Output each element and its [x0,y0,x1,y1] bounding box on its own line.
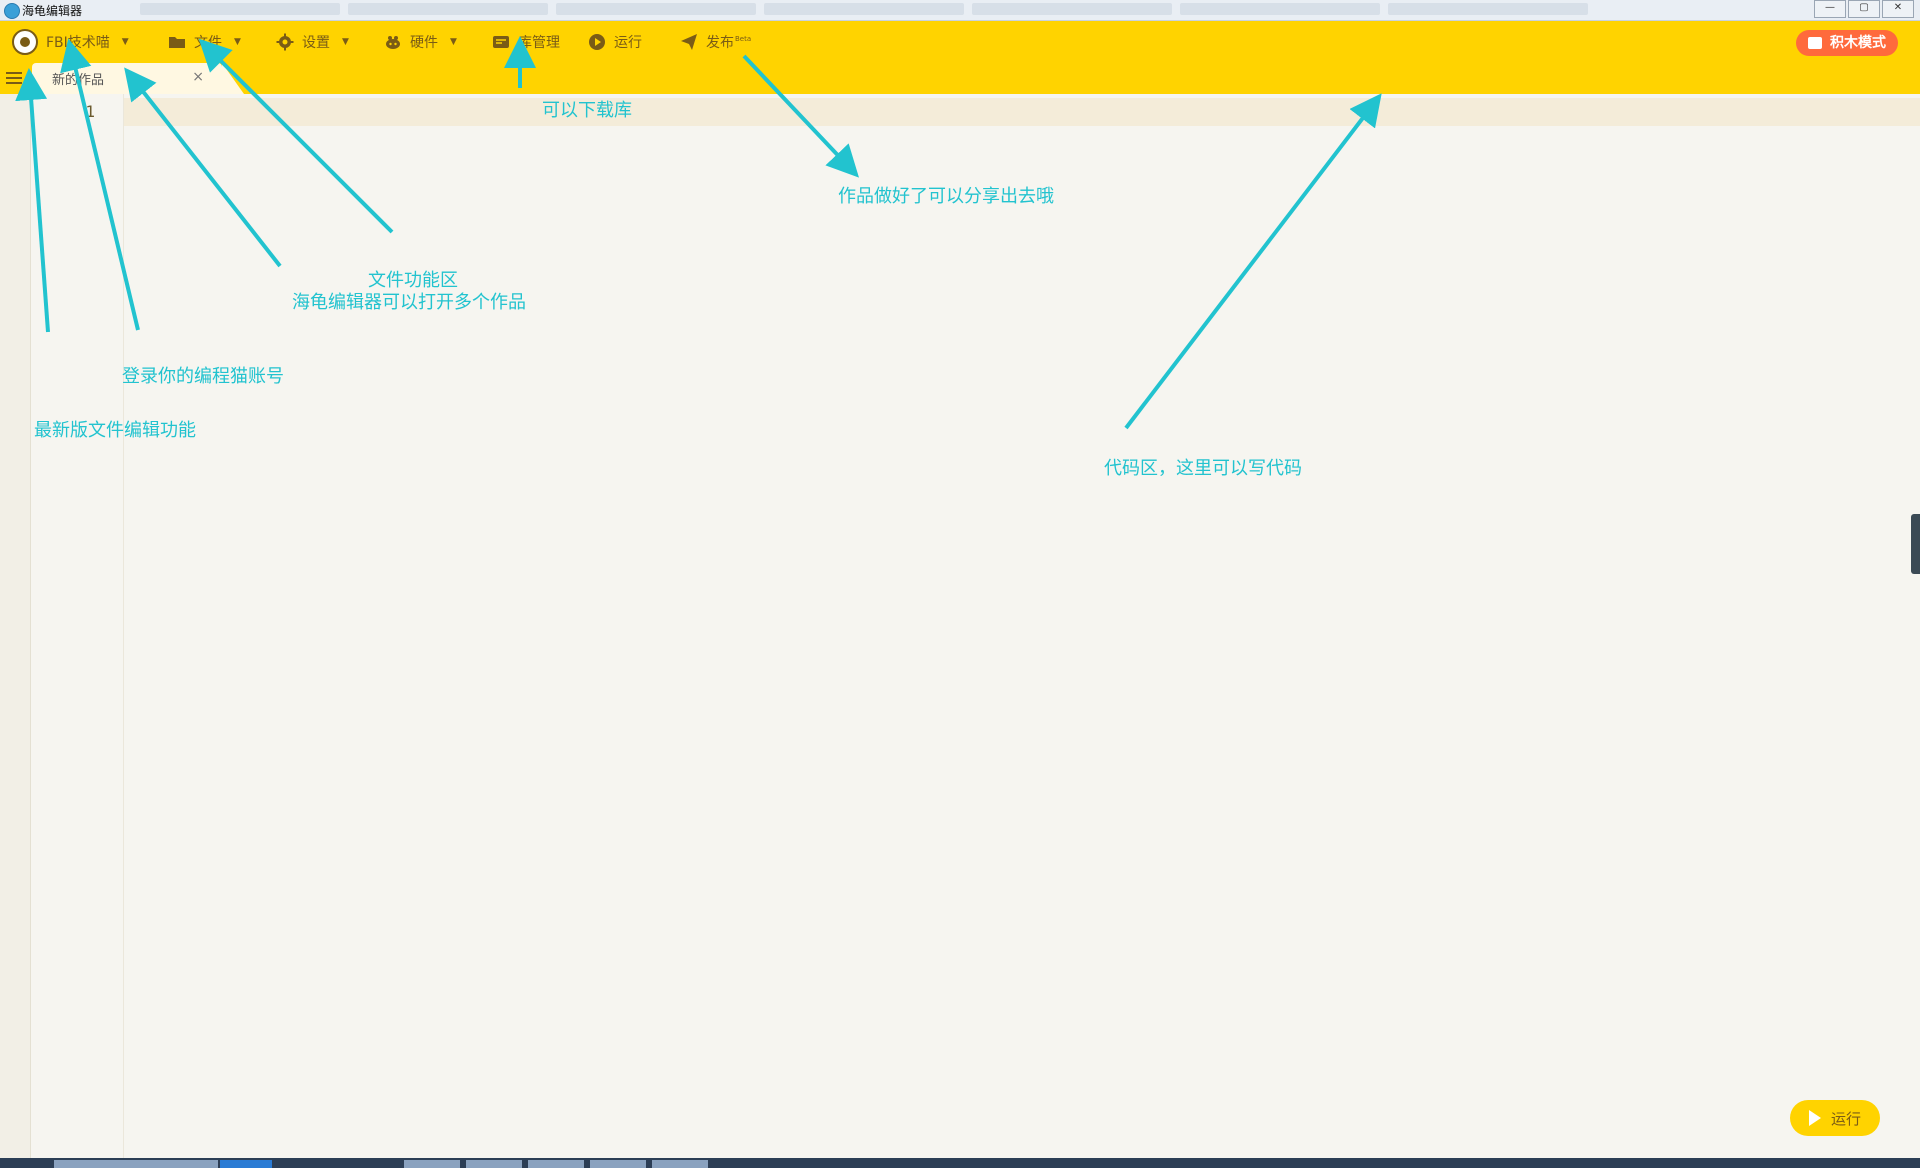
annotation-library: 可以下载库 [542,100,632,121]
ghost-tab [348,3,548,15]
annotation-multi-tab: 海龟编辑器可以打开多个作品 [292,292,526,313]
window-title: 海龟编辑器 [22,4,83,18]
background-taskbar-ghost [140,3,1740,17]
tab-slope-decor [222,63,244,94]
beta-badge: Beta [735,35,752,44]
menu-file-label: 文件 [194,35,222,51]
annotation-publish: 作品做好了可以分享出去哦 [838,186,1054,207]
tab-new-work[interactable]: 新的作品 × [32,63,244,94]
window-titlebar: 海龟编辑器 — ▢ ✕ [0,0,1920,21]
block-mode-label: 积木模式 [1830,35,1886,51]
menu-settings-label: 设置 [302,35,330,51]
app-logo-icon [4,3,20,19]
code-editor[interactable] [124,94,1920,1158]
annotation-code-area: 代码区，这里可以写代码 [1104,458,1302,479]
annotation-latest-file: 最新版文件编辑功能 [34,420,196,441]
os-taskbar [0,1158,1920,1168]
left-sidebar-strip [0,94,31,1158]
run-button[interactable]: 运行 [1790,1100,1880,1136]
line-number: 1 [85,102,95,121]
account-menu[interactable]: FBI技术喵 ▼ [12,29,129,55]
annotation-login: 登录你的编程猫账号 [122,366,284,387]
hardware-icon [386,36,400,49]
menu-run[interactable]: 运行 [588,31,642,53]
account-name: FBI技术喵 [46,35,110,51]
taskbar-item[interactable] [54,1160,218,1168]
window-controls: — ▢ ✕ [1814,0,1914,18]
paper-plane-icon [681,34,697,50]
menu-library-label: 库管理 [518,35,560,51]
taskbar-item[interactable] [528,1160,584,1168]
taskbar-item[interactable] [466,1160,522,1168]
ghost-tab [764,3,964,15]
tab-label: 新的作品 [52,73,105,88]
menu-run-label: 运行 [614,35,642,51]
ghost-tab [140,3,340,15]
side-scroll-handle[interactable] [1911,514,1920,574]
taskbar-item[interactable] [590,1160,646,1168]
folder-icon [169,37,185,48]
blocks-icon [1808,37,1822,49]
play-icon [1808,1110,1821,1126]
menu-file[interactable]: 文件 ▼ [168,31,241,53]
chevron-down-icon: ▼ [234,37,241,47]
library-icon [493,36,509,48]
ghost-tab [1180,3,1380,15]
menu-publish-label: 发布Beta [706,35,752,51]
menu-publish[interactable]: 发布Beta [680,31,751,53]
menu-lines-icon [6,72,22,74]
ghost-tab [1388,3,1588,15]
avatar [12,29,38,55]
run-button-label: 运行 [1830,1109,1861,1128]
file-sidebar-toggle[interactable] [6,69,26,87]
maximize-button[interactable]: ▢ [1848,0,1880,18]
close-window-button[interactable]: ✕ [1882,0,1914,18]
minimize-button[interactable]: — [1814,0,1846,18]
chevron-down-icon: ▼ [121,37,129,47]
menu-settings[interactable]: 设置 ▼ [276,31,349,53]
taskbar-item[interactable] [404,1160,460,1168]
chevron-down-icon: ▼ [450,37,457,47]
line-number-gutter: 1 [31,94,124,1158]
taskbar-item[interactable] [220,1160,272,1168]
gear-icon [276,33,294,51]
chevron-down-icon: ▼ [342,37,349,47]
play-circle-icon [589,34,605,50]
menu-lines-icon [6,82,22,84]
menu-hardware[interactable]: 硬件 ▼ [384,31,457,53]
taskbar-item[interactable] [652,1160,708,1168]
menu-lines-icon [6,77,22,79]
document-tabs: 新的作品 × [0,63,1920,94]
active-line-highlight [124,98,1920,126]
ghost-tab [556,3,756,15]
close-icon[interactable]: × [192,69,204,85]
menu-library[interactable]: 库管理 [492,31,560,53]
block-mode-button[interactable]: 积木模式 [1796,30,1898,56]
menu-bar: FBI技术喵 ▼ 文件 ▼ 设置 ▼ 硬件 ▼ 库管理 运行 发布Beta 积木… [0,21,1920,63]
ghost-tab [972,3,1172,15]
main-toolbar: FBI技术喵 ▼ 文件 ▼ 设置 ▼ 硬件 ▼ 库管理 运行 发布Beta 积木… [0,21,1920,94]
menu-hardware-label: 硬件 [410,35,438,51]
